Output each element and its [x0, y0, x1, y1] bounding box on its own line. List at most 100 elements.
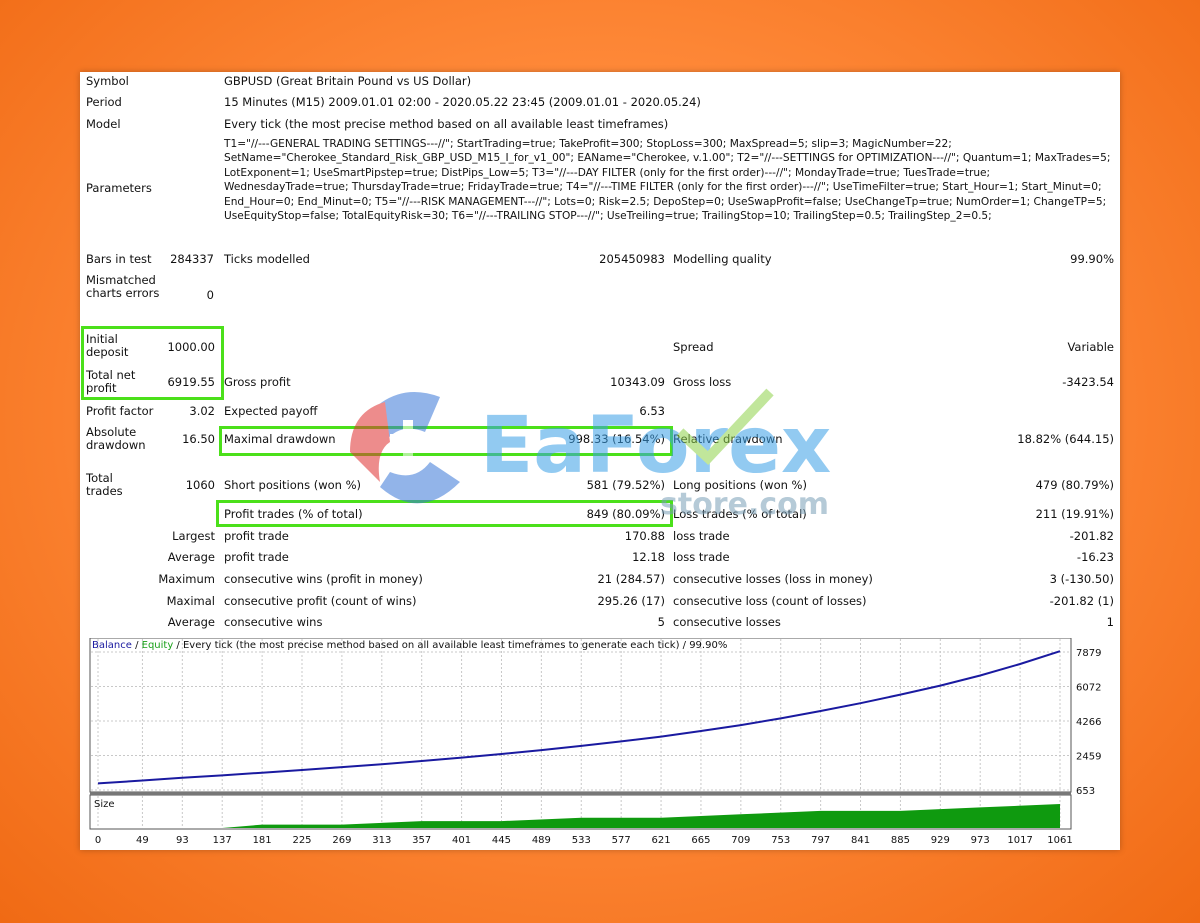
- x-tick-label: 973: [971, 835, 990, 844]
- model-label: Model: [86, 117, 121, 131]
- x-tick-label: 753: [771, 835, 790, 844]
- chart-title-sep: /: [131, 640, 142, 651]
- bars-label: Bars in test: [86, 252, 152, 266]
- maximum-label: Maximum: [158, 572, 215, 586]
- x-tick-label: 93: [176, 835, 189, 844]
- average-loss-label: loss trade: [673, 550, 730, 564]
- spread-label: Spread: [673, 340, 714, 354]
- long-positions-label: Long positions (won %): [673, 478, 807, 492]
- average-consecutive-losses-label: consecutive losses: [673, 615, 781, 629]
- x-tick-label: 269: [332, 835, 351, 844]
- x-tick-label: 0: [95, 835, 101, 844]
- gross-profit-label: Gross profit: [224, 375, 291, 389]
- average-label: Average: [167, 550, 215, 564]
- average-profit-value: 12.18: [632, 550, 665, 564]
- ticks-label: Ticks modelled: [224, 252, 310, 266]
- maximal-loss-value: -201.82 (1): [1049, 594, 1114, 608]
- chart-title-equity: Equity: [141, 640, 174, 651]
- maximum-wins-value: 21 (284.57): [597, 572, 665, 586]
- expected-payoff-value: 6.53: [639, 404, 665, 418]
- maximum-losses-value: 3 (-130.50): [1049, 572, 1114, 586]
- largest-loss-value: -201.82: [1069, 529, 1114, 543]
- x-tick-label: 885: [891, 835, 910, 844]
- x-tick-label: 401: [452, 835, 471, 844]
- highlight-box-deposit: [81, 326, 224, 400]
- balance-chart: Balance / Equity / Every tick (the most …: [88, 637, 1118, 846]
- largest-loss-label: loss trade: [673, 529, 730, 543]
- gross-loss-value: -3423.54: [1062, 375, 1114, 389]
- highlight-box-drawdown: [219, 426, 673, 456]
- mismatched-value: 0: [206, 288, 214, 302]
- average-consecutive-label: Average: [167, 615, 215, 629]
- x-tick-label: 577: [612, 835, 631, 844]
- main-plot-frame: [89, 637, 1072, 793]
- x-tick-label: 49: [136, 835, 149, 844]
- x-tick-label: 841: [851, 835, 870, 844]
- y-tick-label: 6072: [1076, 683, 1101, 694]
- average-consecutive-wins-value: 5: [657, 615, 665, 629]
- loss-trades-label: Loss trades (% of total): [673, 507, 807, 521]
- period-label: Period: [86, 95, 122, 109]
- ticks-value: 205450983: [599, 252, 665, 266]
- largest-profit-label: profit trade: [224, 529, 289, 543]
- relative-drawdown-value: 18.82% (644.15): [1017, 432, 1114, 446]
- parameters-label: Parameters: [86, 181, 152, 195]
- x-tick-label: 797: [811, 835, 830, 844]
- model-value: Every tick (the most precise method base…: [224, 117, 669, 131]
- loss-trades-value: 211 (19.91%): [1035, 507, 1114, 521]
- x-tick-label: 621: [652, 835, 671, 844]
- quality-label: Modelling quality: [673, 252, 772, 266]
- plot-separator: [90, 792, 1071, 795]
- absolute-drawdown-value: 16.50: [182, 432, 215, 446]
- x-tick-label: 357: [412, 835, 431, 844]
- maximal-profit-label: consecutive profit (count of wins): [224, 594, 417, 608]
- profit-factor-value: 3.02: [189, 404, 215, 418]
- gross-loss-label: Gross loss: [673, 375, 732, 389]
- bars-value: 284337: [170, 252, 214, 266]
- x-tick-label: 181: [253, 835, 272, 844]
- x-tick-label: 1017: [1007, 835, 1032, 844]
- x-tick-label: 225: [292, 835, 311, 844]
- maximum-losses-label: consecutive losses (loss in money): [673, 572, 873, 586]
- quality-value: 99.90%: [1070, 252, 1114, 266]
- average-consecutive-losses-value: 1: [1106, 615, 1114, 629]
- x-tick-label: 665: [691, 835, 710, 844]
- parameters-value: T1="//---GENERAL TRADING SETTINGS---//";…: [224, 138, 1111, 223]
- chart-svg: 0 49 93 137 181 225 269 313 357 401 445 489 533 577 62…: [89, 637, 1101, 846]
- largest-label: Largest: [172, 529, 215, 543]
- x-tick-label: 929: [931, 835, 950, 844]
- average-loss-value: -16.23: [1076, 550, 1114, 564]
- chart-title-rest: / Every tick (the most precise method ba…: [173, 640, 728, 651]
- x-tick-label: 445: [492, 835, 511, 844]
- maximal-label: Maximal: [166, 594, 215, 608]
- x-tick-label: 533: [572, 835, 591, 844]
- largest-profit-value: 170.88: [624, 529, 665, 543]
- x-tick-label: 137: [213, 835, 232, 844]
- maximal-profit-value: 295.26 (17): [597, 594, 665, 608]
- period-value: 15 Minutes (M15) 2009.01.01 02:00 - 2020…: [224, 95, 701, 109]
- mismatched-label: Mismatched charts errors: [86, 273, 160, 300]
- size-label: Size: [94, 799, 115, 810]
- y-tick-label: 7879: [1076, 648, 1101, 659]
- long-positions-value: 479 (80.79%): [1035, 478, 1114, 492]
- short-positions-value: 581 (79.52%): [586, 478, 665, 492]
- symbol-label: Symbol: [86, 74, 129, 88]
- short-positions-label: Short positions (won %): [224, 478, 362, 492]
- x-tick-label: 489: [532, 835, 551, 844]
- average-profit-label: profit trade: [224, 550, 289, 564]
- highlight-box-profit-trades: [216, 500, 673, 527]
- total-trades-value: 1060: [185, 478, 215, 492]
- maximal-loss-label: consecutive loss (count of losses): [673, 594, 867, 608]
- total-trades-label: Total trades: [86, 471, 123, 498]
- chart-title-balance: Balance: [92, 640, 132, 651]
- x-tick-label: 709: [731, 835, 750, 844]
- expected-payoff-label: Expected payoff: [224, 404, 318, 418]
- chart-title: Balance / Equity / Every tick (the most …: [92, 640, 727, 651]
- y-tick-label: 2459: [1076, 752, 1101, 763]
- y-tick-label: 4266: [1076, 717, 1101, 728]
- symbol-value: GBPUSD (Great Britain Pound vs US Dollar…: [224, 74, 472, 88]
- maximum-wins-label: consecutive wins (profit in money): [224, 572, 423, 586]
- watermark-check-icon: [676, 388, 774, 466]
- profit-factor-label: Profit factor: [86, 404, 154, 418]
- spread-value: Variable: [1067, 340, 1114, 354]
